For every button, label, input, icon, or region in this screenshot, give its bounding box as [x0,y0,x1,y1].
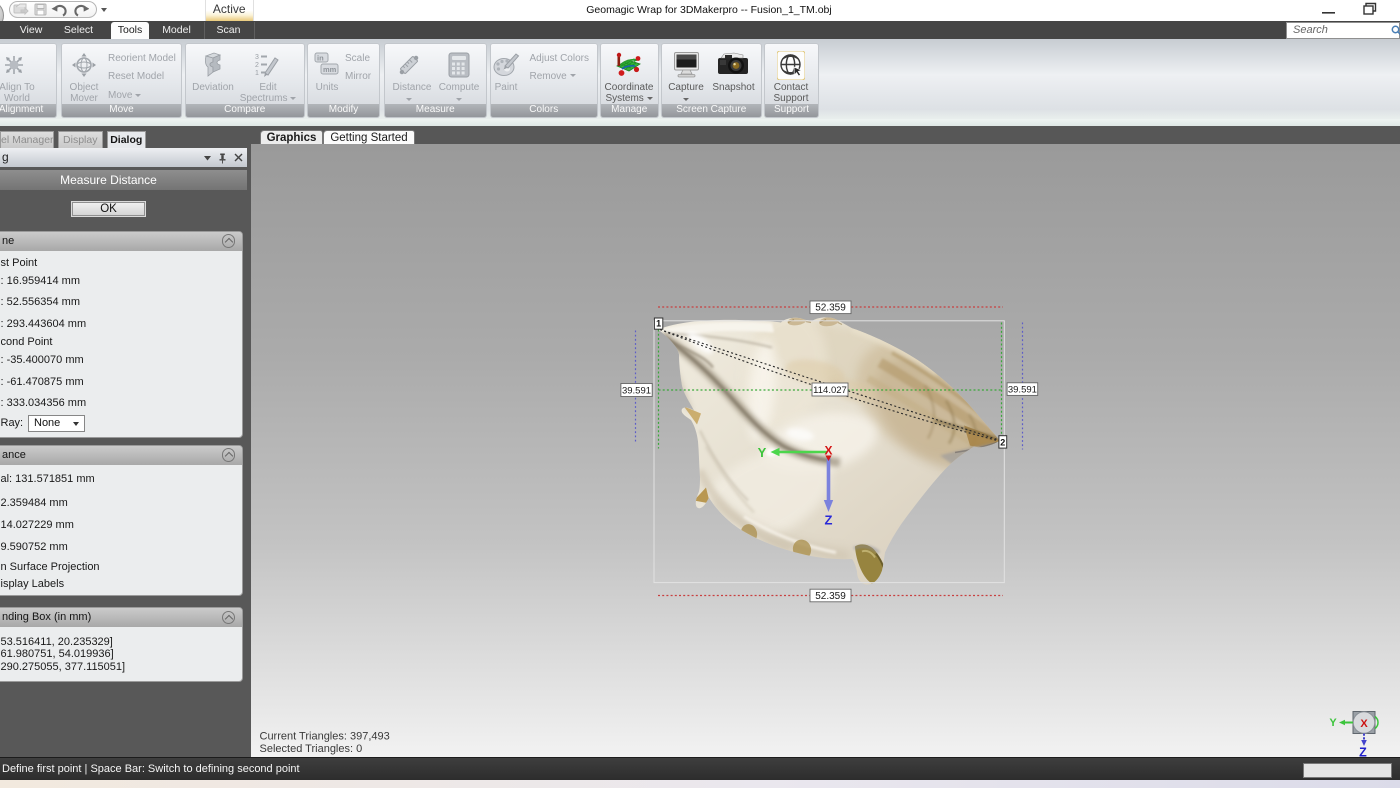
svg-text:X: X [824,443,832,457]
svg-text:39.591: 39.591 [622,385,651,396]
svg-text:52.359: 52.359 [815,590,846,601]
svg-text:Z: Z [1359,745,1367,757]
svg-text:3: 3 [255,54,259,61]
svg-text:X: X [1360,718,1368,730]
svg-text:Y: Y [1329,717,1337,729]
svg-text:Y: Y [758,445,767,460]
svg-text:1: 1 [255,70,259,77]
svg-text:Z: Z [825,512,833,527]
svg-text:mm: mm [323,65,337,74]
svg-text:2: 2 [1000,437,1005,447]
svg-text:1: 1 [656,318,661,328]
svg-text:Current Triangles: 397,493: Current Triangles: 397,493 [260,730,390,742]
svg-text:in: in [317,54,324,63]
svg-text:114.027: 114.027 [813,384,847,395]
svg-text:2: 2 [255,62,259,69]
svg-text:52.359: 52.359 [815,302,846,313]
svg-text:Selected Triangles: 0: Selected Triangles: 0 [260,743,363,755]
svg-text:39.591: 39.591 [1008,384,1037,395]
